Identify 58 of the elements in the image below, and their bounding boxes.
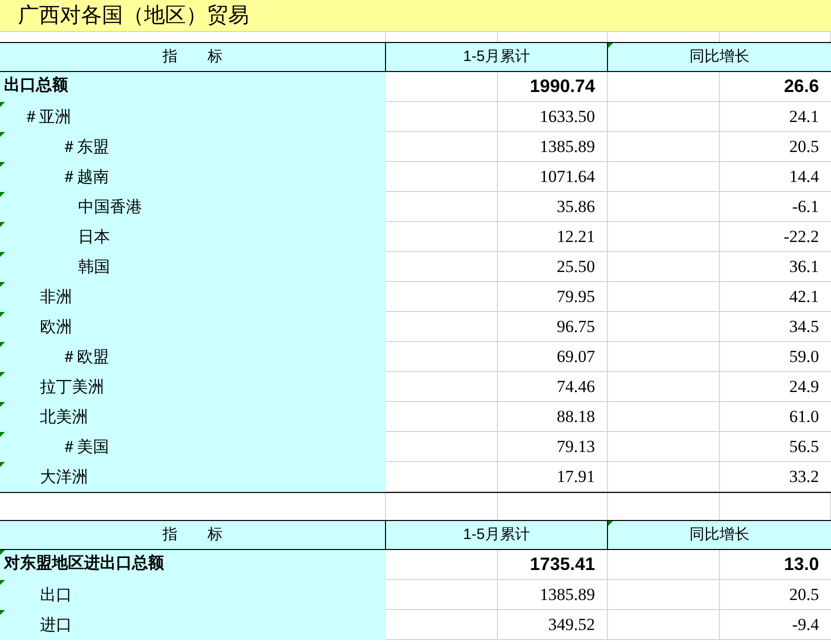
value-cell: 1071.64 [498, 162, 608, 192]
value-cell: 24.9 [720, 372, 831, 402]
row-label: 欧洲 [40, 316, 72, 338]
row-label: 拉丁美洲 [40, 376, 104, 398]
value-cell: 1735.41 [498, 550, 608, 580]
value-cell: 34.5 [720, 312, 831, 342]
row-label: 出口总额 [4, 75, 68, 96]
row-label: 大洋洲 [40, 466, 88, 488]
row-label: 对东盟地区进出口总额 [4, 553, 164, 574]
row-label: ＃欧盟 [61, 346, 109, 368]
value-cell: 56.5 [720, 432, 831, 462]
value-cell: 13.0 [720, 550, 831, 580]
value-cell: 17.91 [498, 462, 608, 492]
value-cell: 36.1 [720, 252, 831, 282]
value-cell: 59.0 [720, 342, 831, 372]
value-cell: 88.18 [498, 402, 608, 432]
column-header: 指 标 [0, 43, 386, 71]
value-cell: 74.46 [498, 372, 608, 402]
error-marker-icon [608, 43, 613, 48]
row-label: ＃美国 [61, 436, 109, 458]
value-cell: 1385.89 [498, 132, 608, 162]
value-cell: 33.2 [720, 462, 831, 492]
value-cell: 26.6 [720, 72, 831, 102]
column-header: 同比增长 [608, 521, 831, 549]
row-label: 非洲 [40, 286, 72, 308]
row-label: ＃东盟 [61, 136, 109, 158]
value-cell: 61.0 [720, 402, 831, 432]
row-label: 出口 [40, 584, 72, 606]
error-marker-icon [608, 521, 613, 526]
row-label: 中国香港 [78, 196, 142, 218]
value-cell: 12.21 [498, 222, 608, 252]
row-label: 日本 [78, 226, 110, 248]
value-cell: 20.5 [720, 580, 831, 610]
row-label: ＃亚洲 [23, 106, 71, 128]
row-label: 北美洲 [40, 406, 88, 428]
value-cell: 24.1 [720, 102, 831, 132]
column-header: 同比增长 [608, 43, 831, 71]
value-cell: 349.52 [498, 610, 608, 640]
sheet-title: 广西对各国（地区）贸易 [0, 0, 831, 32]
value-cell: -6.1 [720, 192, 831, 222]
value-cell: -22.2 [720, 222, 831, 252]
value-cell: 25.50 [498, 252, 608, 282]
value-cell: 1633.50 [498, 102, 608, 132]
value-cell: 35.86 [498, 192, 608, 222]
value-cell: 20.5 [720, 132, 831, 162]
value-cell: 79.95 [498, 282, 608, 312]
row-label: 进口 [40, 614, 72, 636]
value-cell: 96.75 [498, 312, 608, 342]
value-cell: 79.13 [498, 432, 608, 462]
column-header: 指 标 [0, 521, 386, 549]
value-cell: 14.4 [720, 162, 831, 192]
value-cell: -9.4 [720, 610, 831, 640]
value-cell: 1385.89 [498, 580, 608, 610]
row-label: 韩国 [78, 256, 110, 278]
value-cell: 1990.74 [498, 72, 608, 102]
value-cell: 69.07 [498, 342, 608, 372]
row-label: ＃越南 [61, 166, 109, 188]
value-cell: 42.1 [720, 282, 831, 312]
